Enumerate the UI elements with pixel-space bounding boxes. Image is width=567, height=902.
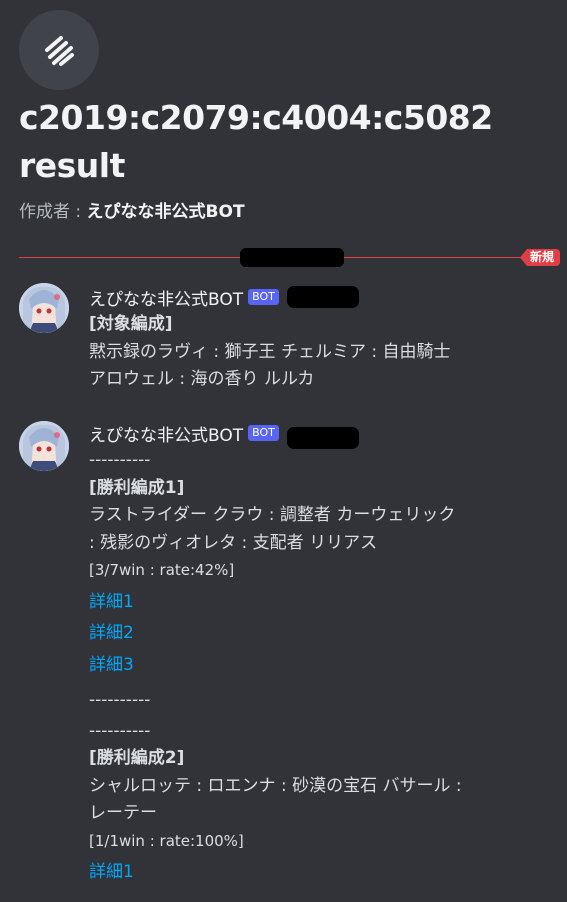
avatar[interactable] — [19, 421, 69, 471]
creator-name[interactable]: えぴなな非公式BOT — [87, 202, 245, 222]
separator: ---------- — [89, 690, 151, 710]
win-team-1-line: : 残影のヴィオレタ : 支配者 リリアス — [89, 532, 378, 553]
details-link-2[interactable]: 詳細2 — [89, 620, 549, 648]
win-team-1-heading: [勝利編成1] — [89, 477, 185, 498]
win-team-2-line: シャルロッテ : ロエンナ : 砂漠の宝石 バサール : — [89, 775, 462, 796]
title-line-2: result — [19, 146, 125, 185]
timestamp-redaction — [286, 427, 359, 449]
creator-label: 作成者 : — [19, 202, 87, 222]
thread-creator: 作成者 : えぴなな非公式BOT — [19, 200, 245, 224]
bot-tag: BOT — [248, 425, 279, 441]
avatar[interactable] — [19, 283, 69, 333]
win-team-2-rate: [1/1win : rate:100%] — [89, 831, 244, 850]
separator: ---------- — [89, 720, 151, 741]
details-link-1[interactable]: 詳細1 — [89, 589, 549, 617]
separator: ---------- — [89, 450, 151, 470]
page-title: c2019:c2079:c4004:c5082 result — [19, 94, 549, 190]
thread-icon — [19, 10, 99, 90]
timestamp-redaction — [286, 286, 359, 308]
details-link-1[interactable]: 詳細1 — [89, 859, 549, 887]
username[interactable]: えぴなな非公式BOT — [89, 421, 243, 446]
title-line-1: c2019:c2079:c4004:c5082 — [19, 98, 493, 137]
new-badge: 新規 — [520, 249, 561, 266]
target-team-line: アロウェル : 海の香り ルルカ — [89, 369, 315, 389]
target-team-line: 黙示録のラヴィ : 獅子王 チェルミア : 自由騎士 — [89, 341, 451, 362]
details-link-3[interactable]: 詳細3 — [89, 652, 549, 680]
date-redaction — [240, 248, 344, 267]
target-team-heading: [対象編成] — [89, 314, 173, 334]
win-team-1-rate: [3/7win : rate:42%] — [89, 561, 235, 579]
username[interactable]: えぴなな非公式BOT — [89, 285, 243, 310]
win-team-2-line: レーテー — [89, 803, 157, 823]
win-team-1-line: ラストライダー クラウ : 調整者 カーウェリック — [89, 505, 456, 525]
thread-spiral-icon — [45, 36, 74, 66]
win-team-2-heading: [勝利編成2] — [89, 748, 185, 768]
bot-tag: BOT — [248, 289, 279, 305]
